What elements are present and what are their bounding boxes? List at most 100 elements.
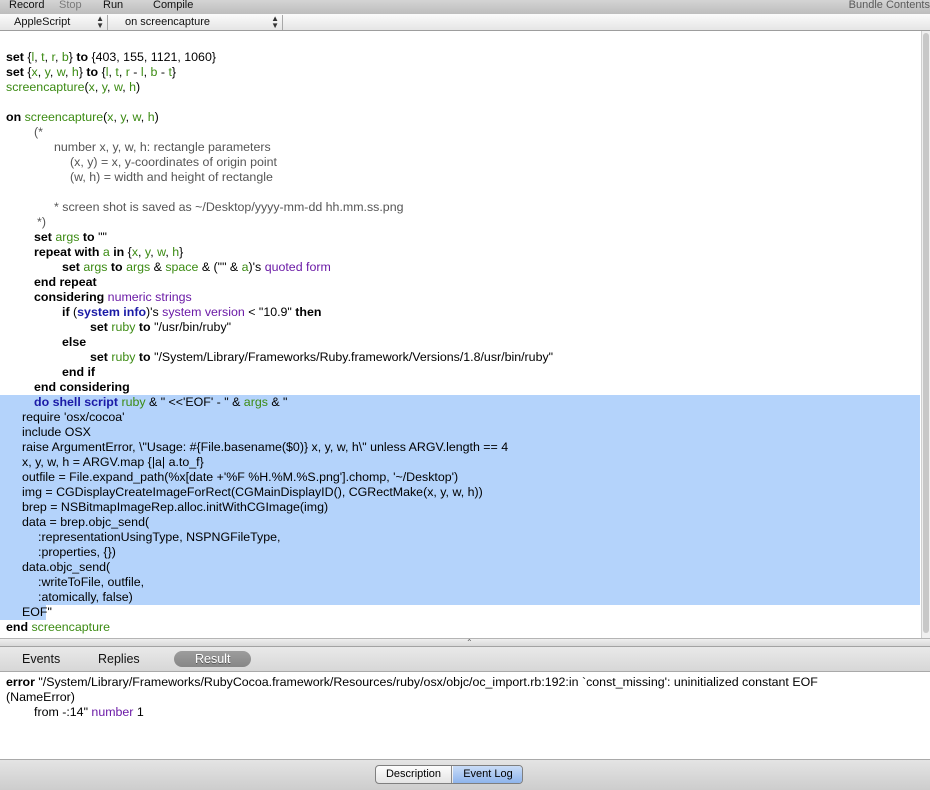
code-token: , bbox=[94, 80, 102, 94]
code-line: end considering bbox=[34, 380, 130, 394]
compile-button[interactable]: Compile bbox=[153, 0, 193, 12]
tab-events[interactable]: Events bbox=[22, 651, 60, 667]
code-token: if bbox=[62, 305, 74, 319]
code-token: args bbox=[126, 260, 151, 274]
comment-line: (x, y) = x, y-coordinates of origin poin… bbox=[70, 155, 277, 169]
code-token: set bbox=[6, 65, 28, 79]
selected-code-line: data = brep.objc_send( bbox=[0, 515, 920, 530]
record-button[interactable]: Record bbox=[9, 0, 44, 12]
code-token: space bbox=[165, 260, 199, 274]
selected-code-line: :properties, {}) bbox=[0, 545, 920, 560]
error-keyword: error bbox=[6, 675, 35, 689]
code-line: set args to args & space & ("" & a)'s qu… bbox=[0, 260, 921, 275]
code-token: "/System/Library/Frameworks/Ruby.framewo… bbox=[154, 350, 554, 364]
code-token: args bbox=[243, 395, 268, 409]
description-button[interactable]: Description bbox=[376, 766, 452, 783]
run-button[interactable]: Run bbox=[103, 0, 123, 12]
code-token: , bbox=[54, 50, 62, 64]
handler-popup[interactable]: on screencapture ▲ ▼ bbox=[111, 15, 283, 30]
scrollbar-thumb[interactable] bbox=[923, 33, 929, 633]
code-token: set bbox=[6, 50, 28, 64]
code-token: } bbox=[171, 65, 177, 79]
split-divider[interactable]: ⌃ bbox=[0, 638, 930, 647]
code-token: , bbox=[138, 245, 145, 259]
code-token: set bbox=[90, 350, 112, 364]
code-line: set {l, t, r, b} to {403, 155, 1121, 106… bbox=[0, 50, 921, 65]
navigation-bar: AppleScript ▲ ▼ on screencapture ▲ ▼ bbox=[0, 14, 930, 31]
code-token: considering bbox=[34, 290, 108, 304]
code-token: repeat with bbox=[34, 245, 103, 259]
event-log-button[interactable]: Event Log bbox=[453, 766, 522, 783]
code-line: repeat with a in {x, y, w, h} bbox=[0, 245, 921, 260]
code-token: & " <<'EOF' - " & bbox=[145, 395, 244, 409]
code-token: to bbox=[79, 230, 99, 244]
code-token: system info bbox=[77, 305, 147, 319]
code-token: } bbox=[179, 245, 184, 259]
code-line: end repeat bbox=[34, 275, 97, 289]
selected-code-line: data.objc_send( bbox=[0, 560, 920, 575]
code-line: set {x, y, w, h} to {l, t, r - l, b - t} bbox=[0, 65, 921, 80]
code-token: & " bbox=[267, 395, 288, 409]
code-token: quoted form bbox=[264, 260, 331, 274]
code-token: { bbox=[98, 65, 106, 79]
number-value: 1 bbox=[133, 705, 144, 719]
code-token: a bbox=[241, 260, 249, 274]
editor-scrollbar[interactable] bbox=[921, 31, 930, 638]
code-token: ruby bbox=[121, 395, 146, 409]
code-token: system version bbox=[162, 305, 245, 319]
tab-result[interactable]: Result bbox=[174, 651, 252, 667]
code-token: to bbox=[135, 320, 155, 334]
code-line: if (system info)'s system version < "10.… bbox=[0, 305, 921, 320]
error-line: error "/System/Library/Frameworks/RubyCo… bbox=[6, 675, 818, 690]
tab-replies[interactable]: Replies bbox=[98, 651, 140, 667]
code-token: set bbox=[90, 320, 112, 334]
script-text: set {l, t, r, b} to {403, 155, 1121, 106… bbox=[0, 50, 921, 635]
code-token: , bbox=[140, 110, 148, 124]
code-token: ) bbox=[136, 80, 141, 94]
code-token: do shell script bbox=[34, 395, 122, 409]
comment-line: * screen shot is saved as ~/Desktop/yyyy… bbox=[54, 200, 404, 214]
code-token: , bbox=[118, 65, 126, 79]
code-line: else bbox=[62, 335, 87, 349]
code-token: & bbox=[150, 260, 166, 274]
code-line: end if bbox=[62, 365, 96, 379]
code-token: - bbox=[157, 65, 169, 79]
comment-line: *) bbox=[37, 215, 46, 229]
code-token: , bbox=[49, 65, 57, 79]
code-token: , bbox=[143, 65, 151, 79]
code-line: end screencapture bbox=[0, 620, 921, 635]
code-token: & ("" & bbox=[198, 260, 242, 274]
stop-button[interactable]: Stop bbox=[59, 0, 82, 12]
code-token: to bbox=[86, 65, 99, 79]
code-token: args bbox=[83, 260, 108, 274]
code-token: set bbox=[62, 260, 84, 274]
language-popup[interactable]: AppleScript ▲ ▼ bbox=[0, 15, 108, 30]
selected-code-line: x, y, w, h = ARGV.map {|a| a.to_f} bbox=[0, 455, 920, 470]
code-token: h bbox=[129, 80, 136, 94]
code-token: - bbox=[129, 65, 141, 79]
selected-code-line: :atomically, false) bbox=[0, 590, 920, 605]
popup-arrows-icon: ▲ ▼ bbox=[96, 14, 104, 30]
selected-code-line: :writeToFile, outfile, bbox=[0, 575, 920, 590]
comment-line: (* bbox=[34, 125, 43, 139]
code-token: a bbox=[102, 245, 110, 259]
number-keyword: number bbox=[91, 705, 134, 719]
code-token: w bbox=[132, 110, 141, 124]
code-token: , bbox=[107, 80, 114, 94]
selected-code-line: raise ArgumentError, \"Usage: #{File.bas… bbox=[0, 440, 920, 455]
script-editor[interactable]: set {l, t, r, b} to {403, 155, 1121, 106… bbox=[0, 31, 921, 638]
log-tab-bar: Events Replies Result bbox=[0, 647, 930, 672]
code-token: "/usr/bin/ruby" bbox=[154, 320, 232, 334]
code-token: then bbox=[295, 305, 322, 319]
resize-grip-icon: ⌃ bbox=[466, 638, 473, 647]
code-token: screencapture bbox=[31, 620, 111, 634]
code-token: ) bbox=[154, 110, 159, 124]
code-token: w bbox=[113, 80, 123, 94]
comment-line: number x, y, w, h: rectangle parameters bbox=[54, 140, 271, 154]
code-token: to bbox=[135, 350, 155, 364]
bundle-contents-button[interactable]: Bundle Contents bbox=[849, 0, 930, 12]
result-pane[interactable]: error "/System/Library/Frameworks/RubyCo… bbox=[0, 672, 930, 759]
selected-code-line: require 'osx/cocoa' bbox=[0, 410, 920, 425]
code-token: set bbox=[34, 230, 56, 244]
